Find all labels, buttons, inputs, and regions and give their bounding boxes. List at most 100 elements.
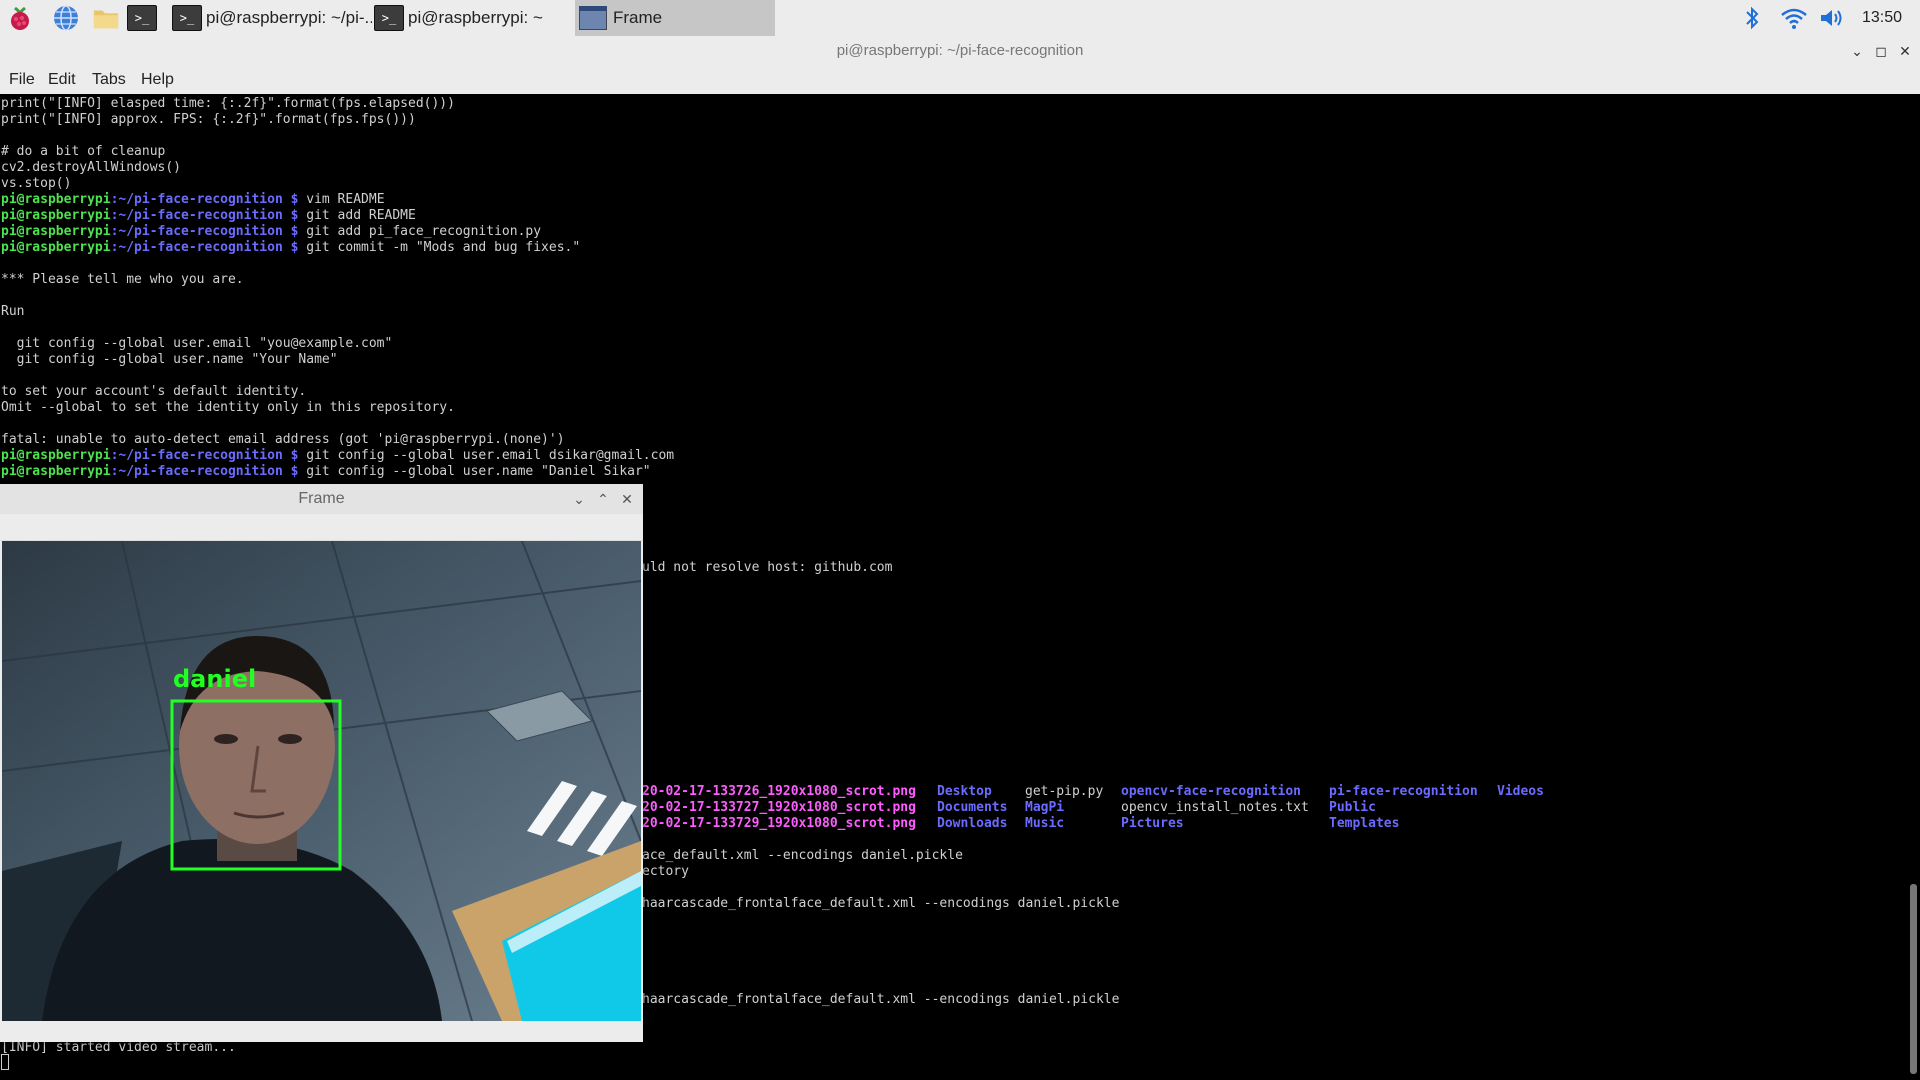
terminal-icon: >_ bbox=[172, 5, 202, 31]
face-label: daniel bbox=[173, 665, 257, 693]
task-label: pi@raspberrypi: ~ bbox=[408, 8, 543, 27]
listing-dir: Documents bbox=[937, 800, 1008, 815]
terminal-line: cv2.destroyAllWindows() bbox=[1, 160, 182, 175]
prompt-path: :~/pi-face-recognition $ bbox=[110, 240, 299, 255]
menu-help[interactable]: Help bbox=[141, 66, 174, 94]
clock: 13:50 bbox=[1861, 9, 1902, 26]
raspberry-menu-icon[interactable] bbox=[6, 4, 34, 32]
prompt-user: pi@raspberrypi bbox=[1, 464, 111, 479]
terminal-prompt-line: pi@raspberrypi:~/pi-face-recognition $ g… bbox=[1, 224, 541, 240]
minimize-icon[interactable]: ⌄ bbox=[1846, 36, 1868, 66]
listing-dir: Pictures bbox=[1121, 816, 1184, 831]
task-terminal-pi-face[interactable]: >_ pi@raspberrypi: ~/pi-... bbox=[172, 0, 372, 36]
task-label: Frame bbox=[613, 8, 663, 27]
terminal-title: pi@raspberrypi: ~/pi-face-recognition bbox=[836, 42, 1084, 59]
prompt-path: :~/pi-face-recognition $ bbox=[110, 448, 299, 463]
terminal-line: haarcascade_frontalface_default.xml --en… bbox=[642, 992, 1120, 1007]
terminal-titlebar[interactable]: pi@raspberrypi: ~/pi-face-recognition ⌄ … bbox=[0, 36, 1920, 66]
command: vim README bbox=[298, 192, 385, 207]
terminal-line: fatal: unable to auto-detect email addre… bbox=[1, 432, 565, 447]
terminal-scrollbar[interactable] bbox=[1907, 94, 1920, 1080]
camera-image bbox=[2, 541, 641, 1021]
command: git config --global user.email dsikar@gm… bbox=[298, 448, 675, 463]
listing-dir: pi-face-recognition bbox=[1329, 784, 1478, 799]
command: git add README bbox=[298, 208, 416, 223]
terminal-line: haarcascade_frontalface_default.xml --en… bbox=[642, 896, 1120, 911]
web-browser-icon[interactable] bbox=[52, 4, 80, 32]
listing-dir: Music bbox=[1025, 816, 1065, 831]
terminal-line: # do a bit of cleanup bbox=[1, 144, 166, 159]
terminal-line: uld not resolve host: github.com bbox=[642, 560, 893, 575]
terminal-prompt-line: pi@raspberrypi:~/pi-face-recognition $ g… bbox=[1, 448, 674, 464]
prompt-path: :~/pi-face-recognition $ bbox=[110, 224, 299, 239]
terminal-line: vs.stop() bbox=[1, 176, 72, 191]
listing-dir: Desktop bbox=[937, 784, 992, 799]
task-label: pi@raspberrypi: ~/pi-... bbox=[206, 8, 372, 27]
listing-dir: Public bbox=[1329, 800, 1376, 815]
frame-toolbar bbox=[0, 514, 643, 541]
maximize-icon[interactable]: ◻ bbox=[1870, 36, 1892, 66]
frame-titlebar[interactable]: Frame ⌄ ⌃ ✕ bbox=[0, 484, 643, 514]
command: git commit -m "Mods and bug fixes." bbox=[298, 240, 581, 255]
terminal-line: git config --global user.name "Your Name… bbox=[1, 352, 338, 367]
terminal-line: ace_default.xml --encodings daniel.pickl… bbox=[642, 848, 963, 863]
task-terminal-home[interactable]: >_ pi@raspberrypi: ~ bbox=[374, 0, 574, 36]
listing-file: 20-02-17-133729_1920x1080_scrot.png bbox=[642, 816, 916, 831]
menu-file[interactable]: File bbox=[9, 66, 35, 94]
menu-tabs[interactable]: Tabs bbox=[92, 66, 126, 94]
listing-file: 20-02-17-133726_1920x1080_scrot.png bbox=[642, 784, 916, 799]
prompt-user: pi@raspberrypi bbox=[1, 224, 111, 239]
prompt-user: pi@raspberrypi bbox=[1, 208, 111, 223]
prompt-user: pi@raspberrypi bbox=[1, 192, 111, 207]
menu-edit[interactable]: Edit bbox=[48, 66, 76, 94]
terminal-line: print("[INFO] approx. FPS: {:.2f}".forma… bbox=[1, 112, 416, 127]
listing-file: 20-02-17-133727_1920x1080_scrot.png bbox=[642, 800, 916, 815]
frame-title: Frame bbox=[298, 490, 345, 507]
listing-dir: Downloads bbox=[937, 816, 1008, 831]
volume-icon[interactable] bbox=[1818, 0, 1846, 36]
command: git config --global user.name "Daniel Si… bbox=[298, 464, 651, 479]
terminal-launcher-icon[interactable]: >_ bbox=[127, 4, 158, 32]
close-icon[interactable]: ✕ bbox=[616, 484, 638, 514]
terminal-prompt-line: pi@raspberrypi:~/pi-face-recognition $ g… bbox=[1, 240, 580, 256]
prompt-path: :~/pi-face-recognition $ bbox=[110, 208, 299, 223]
wifi-icon[interactable] bbox=[1780, 0, 1808, 36]
taskbar: >_ >_ pi@raspberrypi: ~/pi-... >_ pi@ras… bbox=[0, 0, 1920, 36]
terminal-prompt-line: pi@raspberrypi:~/pi-face-recognition $ g… bbox=[1, 208, 416, 224]
terminal-prompt-line: pi@raspberrypi:~/pi-face-recognition $ v… bbox=[1, 192, 385, 208]
terminal-glyph: >_ bbox=[127, 5, 157, 31]
terminal-line: to set your account's default identity. bbox=[1, 384, 307, 399]
listing-dir: Templates bbox=[1329, 816, 1400, 831]
terminal-line: *** Please tell me who you are. bbox=[1, 272, 244, 287]
window-icon bbox=[579, 6, 607, 30]
listing-dir: opencv-face-recognition bbox=[1121, 784, 1302, 799]
close-icon[interactable]: ✕ bbox=[1894, 36, 1916, 66]
terminal-line: ectory bbox=[642, 864, 689, 879]
terminal-line: git config --global user.email "you@exam… bbox=[1, 336, 393, 351]
maximize-icon[interactable]: ⌃ bbox=[592, 484, 614, 514]
terminal-line: Run bbox=[1, 304, 25, 319]
listing-file: opencv_install_notes.txt bbox=[1121, 800, 1309, 815]
listing-dir: MagPi bbox=[1025, 800, 1065, 815]
task-frame[interactable]: Frame bbox=[575, 0, 775, 36]
prompt-user: pi@raspberrypi bbox=[1, 448, 111, 463]
frame-statusbar bbox=[0, 1021, 643, 1042]
command: git add pi_face_recognition.py bbox=[298, 224, 542, 239]
scrollbar-thumb[interactable] bbox=[1910, 884, 1917, 1074]
listing-dir: Videos bbox=[1497, 784, 1544, 799]
prompt-path: :~/pi-face-recognition $ bbox=[110, 192, 299, 207]
video-stream bbox=[2, 541, 641, 1021]
frame-window[interactable]: Frame ⌄ ⌃ ✕ bbox=[0, 484, 643, 1042]
terminal-cursor bbox=[1, 1054, 9, 1070]
terminal-menubar: File Edit Tabs Help bbox=[0, 66, 1920, 94]
file-manager-icon[interactable] bbox=[92, 4, 120, 32]
terminal-line: [INFO] started video stream... bbox=[1, 1040, 236, 1055]
prompt-path: :~/pi-face-recognition $ bbox=[110, 464, 299, 479]
bluetooth-icon[interactable] bbox=[1744, 0, 1760, 36]
minimize-icon[interactable]: ⌄ bbox=[568, 484, 590, 514]
listing-file: get-pip.py bbox=[1025, 784, 1104, 799]
terminal-icon: >_ bbox=[374, 5, 404, 31]
terminal-prompt-line: pi@raspberrypi:~/pi-face-recognition $ g… bbox=[1, 464, 651, 480]
terminal-line: print("[INFO] elasped time: {:.2f}".form… bbox=[1, 96, 455, 111]
prompt-user: pi@raspberrypi bbox=[1, 240, 111, 255]
